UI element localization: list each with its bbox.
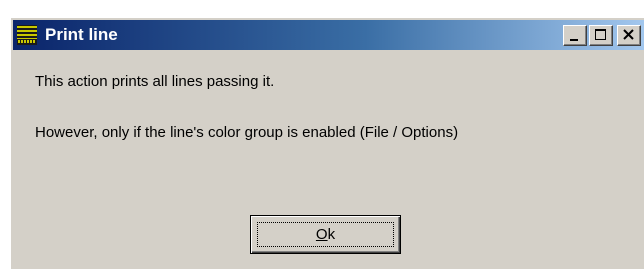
ok-button[interactable]: Ok [250,215,401,254]
ok-mnemonic: O [315,226,328,243]
window-title: Print line [45,25,118,44]
print-line-dialog: Print line This action prints all lines … [10,17,644,269]
ok-label-rest: k [327,226,336,243]
message-line-2: However, only if the line's color group … [35,124,459,141]
message-line-1: This action prints all lines passing it. [35,73,275,90]
close-button[interactable] [617,25,641,46]
minimize-button[interactable] [563,25,587,46]
title-bar[interactable]: Print line [13,20,644,50]
ok-button-label: Ok [251,226,400,243]
sfilter-logo-icon [17,25,37,45]
maximize-button[interactable] [589,25,613,46]
